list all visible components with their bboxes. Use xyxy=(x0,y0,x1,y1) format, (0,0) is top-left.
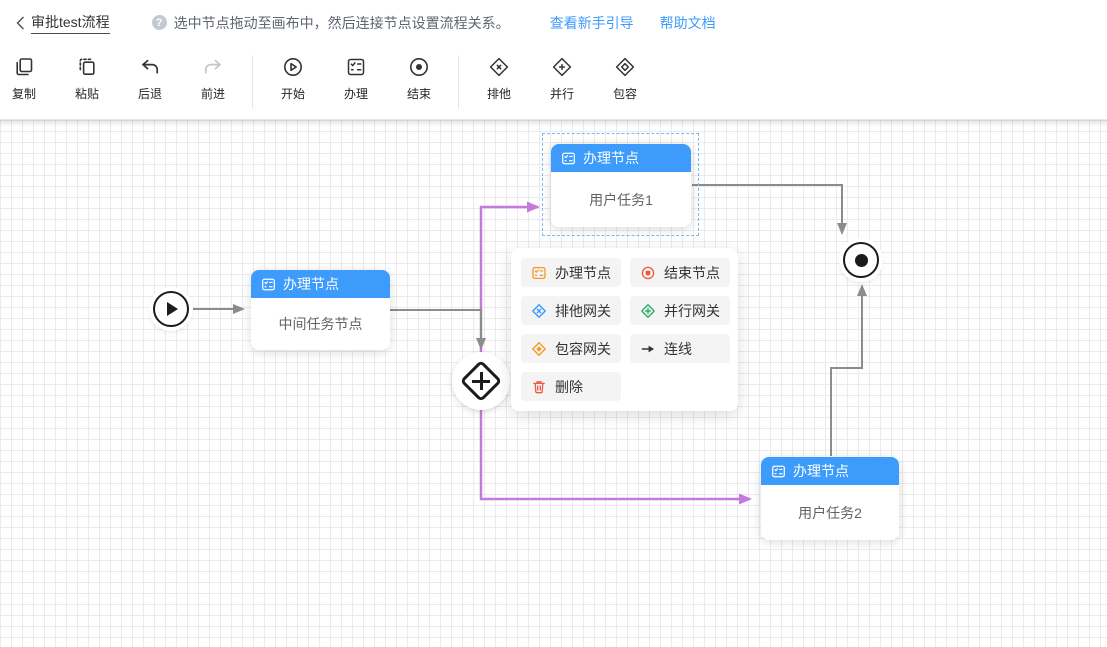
tool-label: 结束 xyxy=(407,85,431,102)
menu-item-label: 删除 xyxy=(555,377,583,397)
tool-end-event[interactable]: 结束 xyxy=(395,55,443,102)
edge-gateway-to-user-task-2[interactable] xyxy=(481,396,750,499)
page-title: 审批test流程 xyxy=(31,12,110,34)
menu-item-task-node[interactable]: 办理节点 xyxy=(521,258,621,287)
tool-label: 并行 xyxy=(550,85,574,102)
tool-label: 后退 xyxy=(138,85,162,102)
end-dot-icon xyxy=(855,254,868,267)
menu-item-parallel-gateway[interactable]: 并行网关 xyxy=(630,296,730,325)
back-chevron-icon xyxy=(16,16,25,30)
node-type-label: 办理节点 xyxy=(583,148,639,168)
parallel-gateway-icon xyxy=(550,55,574,79)
tool-label: 排他 xyxy=(487,85,511,102)
tool-parallel-gateway[interactable]: 并行 xyxy=(538,55,586,102)
menu-item-label: 结束节点 xyxy=(664,263,720,283)
hint-text: 选中节点拖动至画布中，然后连接节点设置流程关系。 xyxy=(174,13,510,33)
start-event-icon xyxy=(281,55,305,79)
start-event-node[interactable] xyxy=(153,291,189,327)
node-type-label: 办理节点 xyxy=(283,274,339,294)
exclusive-gateway-icon xyxy=(487,55,511,79)
task-icon xyxy=(561,151,576,166)
tool-task-node[interactable]: 办理 xyxy=(332,55,380,102)
tool-label: 复制 xyxy=(12,85,36,102)
edge-user-task-2-to-end[interactable] xyxy=(831,286,862,456)
node-header: 办理节点 xyxy=(251,270,390,298)
end-event-node[interactable] xyxy=(843,242,879,278)
tool-inclusive-gateway[interactable]: 包容 xyxy=(601,55,649,102)
exclusive-gateway-icon xyxy=(531,303,547,319)
node-name-label: 用户任务1 xyxy=(551,172,691,227)
tool-label: 包容 xyxy=(613,85,637,102)
copy-icon xyxy=(12,55,36,79)
connector-arrow-icon xyxy=(640,341,656,357)
tool-label: 开始 xyxy=(281,85,305,102)
help-icon: ? xyxy=(152,15,167,30)
hint-bar: ? 选中节点拖动至画布中，然后连接节点设置流程关系。 xyxy=(152,13,510,33)
play-icon xyxy=(167,302,178,316)
edge-user-task-1-to-end[interactable] xyxy=(692,185,842,233)
menu-item-delete[interactable]: 删除 xyxy=(521,372,621,401)
tool-label: 粘贴 xyxy=(75,85,99,102)
tool-copy[interactable]: 复制 xyxy=(0,55,48,102)
menu-item-label: 并行网关 xyxy=(664,301,720,321)
link-new-user-guide[interactable]: 查看新手引导 xyxy=(550,13,634,33)
task-icon xyxy=(344,55,368,79)
tool-label: 办理 xyxy=(344,85,368,102)
toolbar-divider xyxy=(252,55,253,109)
node-name-label: 中间任务节点 xyxy=(251,298,390,350)
end-event-icon xyxy=(640,265,656,281)
gateway-plus-icon xyxy=(472,380,490,383)
menu-item-inclusive-gateway[interactable]: 包容网关 xyxy=(521,334,621,363)
redo-icon xyxy=(201,55,225,79)
task-node-middle[interactable]: 办理节点 中间任务节点 xyxy=(251,270,390,350)
task-icon xyxy=(261,277,276,292)
toolbar: 复制 粘贴 后退 前进 开始 办理 结束 排他 xyxy=(0,45,1107,120)
task-node-user-task-1[interactable]: 办理节点 用户任务1 xyxy=(551,144,691,227)
tool-paste[interactable]: 粘贴 xyxy=(63,55,111,102)
top-header: 审批test流程 ? 选中节点拖动至画布中，然后连接节点设置流程关系。 查看新手… xyxy=(0,0,1107,45)
undo-icon xyxy=(138,55,162,79)
parallel-gateway-icon xyxy=(640,303,656,319)
inclusive-gateway-icon xyxy=(613,55,637,79)
tool-undo[interactable]: 后退 xyxy=(126,55,174,102)
node-header: 办理节点 xyxy=(761,457,899,485)
tool-start-event[interactable]: 开始 xyxy=(269,55,317,102)
tool-label: 前进 xyxy=(201,85,225,102)
parallel-gateway-node[interactable] xyxy=(454,354,508,408)
node-name-label: 用户任务2 xyxy=(761,485,899,540)
paste-icon xyxy=(75,55,99,79)
back-button[interactable]: 审批test流程 xyxy=(16,12,110,34)
menu-item-exclusive-gateway[interactable]: 排他网关 xyxy=(521,296,621,325)
menu-item-end-node[interactable]: 结束节点 xyxy=(630,258,730,287)
tool-redo[interactable]: 前进 xyxy=(189,55,237,102)
edge-middle-task-to-gateway[interactable] xyxy=(390,310,481,348)
node-context-menu: 办理节点 结束节点 排他网关 并行网关 包容网关 连线 xyxy=(511,248,738,411)
menu-item-label: 排他网关 xyxy=(555,301,611,321)
flow-canvas[interactable]: 办理节点 中间任务节点 办理节点 用户任务1 办理节点 用户任务2 xyxy=(0,120,1107,647)
trash-icon xyxy=(531,379,547,395)
node-header: 办理节点 xyxy=(551,144,691,172)
task-icon xyxy=(771,464,786,479)
tool-exclusive-gateway[interactable]: 排他 xyxy=(475,55,523,102)
menu-item-label: 办理节点 xyxy=(555,263,611,283)
toolbar-divider xyxy=(458,55,459,109)
task-node-user-task-2[interactable]: 办理节点 用户任务2 xyxy=(761,457,899,540)
menu-item-label: 连线 xyxy=(664,339,692,359)
task-icon xyxy=(531,265,547,281)
menu-item-connector[interactable]: 连线 xyxy=(630,334,730,363)
menu-item-label: 包容网关 xyxy=(555,339,611,359)
inclusive-gateway-icon xyxy=(531,341,547,357)
node-type-label: 办理节点 xyxy=(793,461,849,481)
link-help-docs[interactable]: 帮助文档 xyxy=(660,13,716,33)
end-event-icon xyxy=(407,55,431,79)
